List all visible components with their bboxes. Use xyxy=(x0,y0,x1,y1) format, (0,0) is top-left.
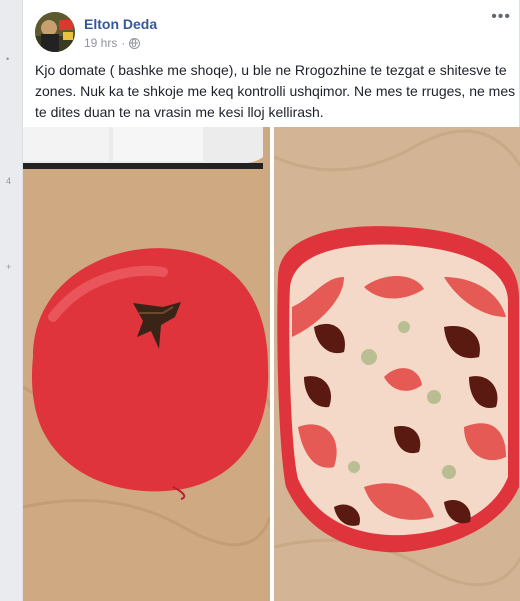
post-timestamp[interactable]: 19 hrs xyxy=(84,36,117,50)
post-text: Kjo domate ( bashke me shoqe), u ble ne … xyxy=(35,62,516,120)
author-avatar[interactable] xyxy=(35,12,75,52)
photo-grid xyxy=(23,127,520,601)
author-name[interactable]: Elton Deda xyxy=(84,16,157,32)
rail-marker: + xyxy=(6,262,12,272)
globe-icon[interactable] xyxy=(129,37,141,49)
more-options-icon[interactable]: ••• xyxy=(491,8,511,26)
photo-cut-tomato[interactable] xyxy=(274,127,520,601)
left-rail: • 4 + xyxy=(0,0,22,601)
post-meta: 19 hrs · xyxy=(84,36,141,50)
post-card: Elton Deda 19 hrs · ••• Kjo domate ( bas… xyxy=(22,0,520,601)
photo-whole-tomato[interactable] xyxy=(23,127,270,601)
rail-marker: 4 xyxy=(6,176,12,186)
rail-marker: • xyxy=(6,54,10,64)
